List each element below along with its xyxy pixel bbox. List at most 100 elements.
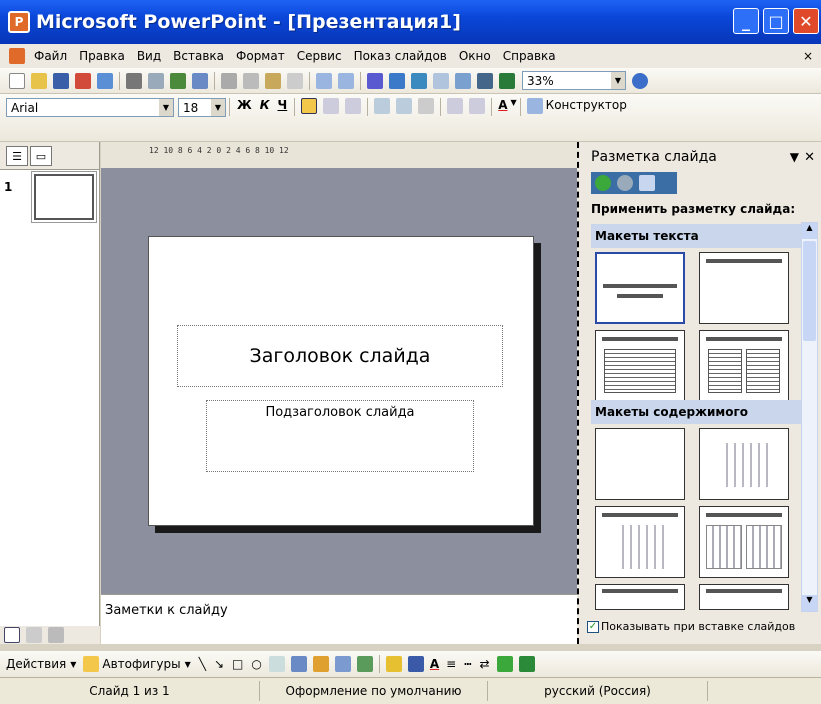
color-grayscale-icon[interactable]: [499, 72, 515, 89]
italic-icon[interactable]: К: [260, 98, 270, 112]
undo-icon[interactable]: [316, 72, 332, 89]
show-on-insert-option[interactable]: ✓ Показывать при вставке слайдов: [587, 620, 795, 633]
layout-content[interactable]: [699, 428, 789, 500]
actions-menu[interactable]: Действия: [6, 657, 66, 671]
menu-window[interactable]: Окно: [459, 49, 491, 63]
shadow-icon[interactable]: [496, 656, 513, 672]
line-style-icon[interactable]: ≡: [446, 657, 456, 671]
notes-pane[interactable]: Заметки к слайду: [101, 594, 577, 644]
align-left-icon[interactable]: [301, 98, 318, 114]
increase-indent-icon[interactable]: [469, 98, 486, 114]
normal-view-icon[interactable]: [4, 627, 20, 643]
line-icon[interactable]: ╲: [199, 657, 206, 671]
print-preview-icon[interactable]: [148, 72, 164, 89]
layout-title-content[interactable]: [595, 506, 685, 578]
slide-editing-area[interactable]: 12 10 8 6 4 2 0 2 4 6 8 10 12 Заголовок …: [101, 142, 577, 594]
line-color-icon[interactable]: [407, 656, 424, 672]
layout-two-column-text[interactable]: [699, 330, 789, 402]
layout-title-two-content[interactable]: [699, 506, 789, 578]
checkbox-checked-icon[interactable]: ✓: [587, 620, 599, 633]
subtitle-placeholder[interactable]: Подзаголовок слайда: [206, 400, 474, 472]
chevron-down-icon[interactable]: ▼: [70, 660, 76, 669]
powerpoint-app-icon[interactable]: P: [8, 11, 30, 33]
wordart-icon[interactable]: [290, 656, 307, 672]
menu-slideshow[interactable]: Показ слайдов: [354, 49, 447, 63]
chevron-down-icon[interactable]: ▼: [159, 99, 173, 116]
chevron-down-icon[interactable]: ▼: [511, 98, 517, 107]
open-icon[interactable]: [31, 72, 47, 89]
menu-insert[interactable]: Вставка: [173, 49, 224, 63]
fill-color-icon[interactable]: [385, 656, 402, 672]
close-button[interactable]: ✕: [793, 8, 819, 34]
new-icon[interactable]: [9, 72, 25, 89]
slide-canvas[interactable]: Заголовок слайда Подзаголовок слайда: [148, 236, 534, 526]
diagram-icon[interactable]: [312, 656, 329, 672]
close-icon[interactable]: ✕: [804, 150, 815, 165]
tab-outline[interactable]: ☰: [6, 146, 28, 166]
menu-format[interactable]: Формат: [236, 49, 285, 63]
tables-borders-icon[interactable]: [411, 72, 427, 89]
menu-edit[interactable]: Правка: [79, 49, 125, 63]
3d-icon[interactable]: [518, 656, 535, 672]
spelling-icon[interactable]: [170, 72, 186, 89]
tab-slides[interactable]: ▭: [30, 146, 52, 166]
grid-icon[interactable]: [477, 72, 493, 89]
layout-title-slide[interactable]: [595, 252, 685, 324]
format-painter-icon[interactable]: [287, 72, 303, 89]
layout-four-content[interactable]: [699, 584, 789, 610]
menu-help[interactable]: Справка: [503, 49, 556, 63]
print-icon[interactable]: [126, 72, 142, 89]
chart-icon[interactable]: [367, 72, 383, 89]
scroll-thumb[interactable]: [803, 241, 816, 341]
table-icon[interactable]: [389, 72, 405, 89]
font-size-select[interactable]: 18 ▼: [178, 98, 226, 117]
layout-blank[interactable]: [595, 428, 685, 500]
close-document-icon[interactable]: ×: [803, 49, 813, 63]
document-icon[interactable]: [9, 48, 25, 64]
redo-icon[interactable]: [338, 72, 354, 89]
select-pointer-icon[interactable]: [83, 656, 100, 672]
scroll-up-icon[interactable]: ▲: [802, 223, 817, 239]
zoom-select[interactable]: 33% ▼: [522, 71, 626, 90]
oval-icon[interactable]: ○: [251, 657, 261, 671]
chevron-down-icon[interactable]: ▼: [790, 150, 799, 164]
dash-style-icon[interactable]: ┅: [464, 657, 471, 671]
bullets-icon[interactable]: [396, 98, 413, 114]
chevron-down-icon[interactable]: ▼: [185, 660, 191, 669]
increase-font-icon[interactable]: [418, 98, 435, 114]
layouts-scrollbar[interactable]: ▲ ▼: [801, 222, 818, 612]
textbox-icon[interactable]: [268, 656, 285, 672]
forward-icon[interactable]: [617, 175, 633, 191]
minimize-button[interactable]: _: [733, 8, 759, 34]
autoshapes-menu[interactable]: Автофигуры: [102, 657, 180, 671]
title-placeholder[interactable]: Заголовок слайда: [177, 325, 503, 387]
designer-button[interactable]: Конструктор: [546, 98, 627, 112]
designer-icon[interactable]: [526, 98, 543, 114]
research-icon[interactable]: [192, 72, 208, 89]
copy-icon[interactable]: [243, 72, 259, 89]
show-formatting-icon[interactable]: [455, 72, 471, 89]
chevron-down-icon[interactable]: ▼: [611, 72, 625, 89]
back-icon[interactable]: [595, 175, 611, 191]
picture-icon[interactable]: [356, 656, 373, 672]
menu-tools[interactable]: Сервис: [297, 49, 342, 63]
font-name-select[interactable]: Arial ▼: [6, 98, 174, 117]
underline-icon[interactable]: Ч: [278, 98, 288, 112]
align-center-icon[interactable]: [323, 98, 340, 114]
menu-file[interactable]: Файл: [34, 49, 67, 63]
menu-view[interactable]: Вид: [137, 49, 161, 63]
slideshow-view-icon[interactable]: [48, 627, 64, 643]
font-color-icon[interactable]: A: [498, 98, 507, 112]
help-icon[interactable]: [632, 72, 648, 89]
layout-title-text[interactable]: [595, 330, 685, 402]
clipart-icon[interactable]: [334, 656, 351, 672]
email-icon[interactable]: [97, 72, 113, 89]
paste-icon[interactable]: [265, 72, 281, 89]
layout-title-only[interactable]: [699, 252, 789, 324]
arrow-style-icon[interactable]: ⇄: [479, 657, 489, 671]
font-color-icon[interactable]: A: [430, 657, 439, 671]
bold-icon[interactable]: Ж: [237, 98, 252, 112]
decrease-indent-icon[interactable]: [447, 98, 464, 114]
scroll-down-icon[interactable]: ▼: [802, 595, 817, 611]
numbering-icon[interactable]: [374, 98, 391, 114]
